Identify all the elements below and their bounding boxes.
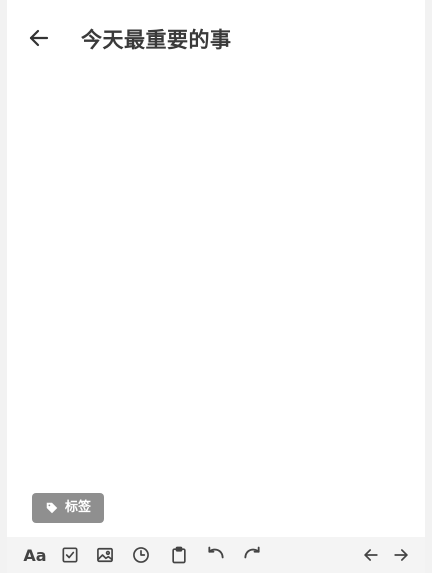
arrow-left-icon [29,29,49,47]
arrow-left-icon [364,549,378,561]
clipboard-button[interactable] [167,543,191,567]
tag-icon [46,502,58,514]
note-content-area[interactable] [7,80,425,490]
clipboard-icon [172,546,186,564]
clock-icon [133,547,149,563]
redo-button[interactable] [240,543,264,567]
undo-button[interactable] [204,543,228,567]
text-format-button[interactable]: Aa [21,543,49,567]
tag-label: 标签 [64,500,91,515]
tag-button[interactable]: 标签 [32,493,104,523]
page-title[interactable]: 今天最重要的事 [81,25,232,55]
arrow-right-icon [394,549,408,561]
back-button[interactable] [23,22,55,54]
checkbox-icon [62,547,78,563]
next-button[interactable] [389,543,413,567]
image-icon [97,547,113,563]
app-bar: 今天最重要的事 [7,0,425,80]
redo-icon [244,546,260,559]
editor-frame: 今天最重要的事 标签 Aa [7,0,425,573]
image-button[interactable] [93,543,117,567]
previous-button[interactable] [359,543,383,567]
checkbox-button[interactable] [58,543,82,567]
editor-toolbar: Aa [7,537,425,573]
undo-icon [208,546,224,559]
reminder-button[interactable] [129,543,153,567]
